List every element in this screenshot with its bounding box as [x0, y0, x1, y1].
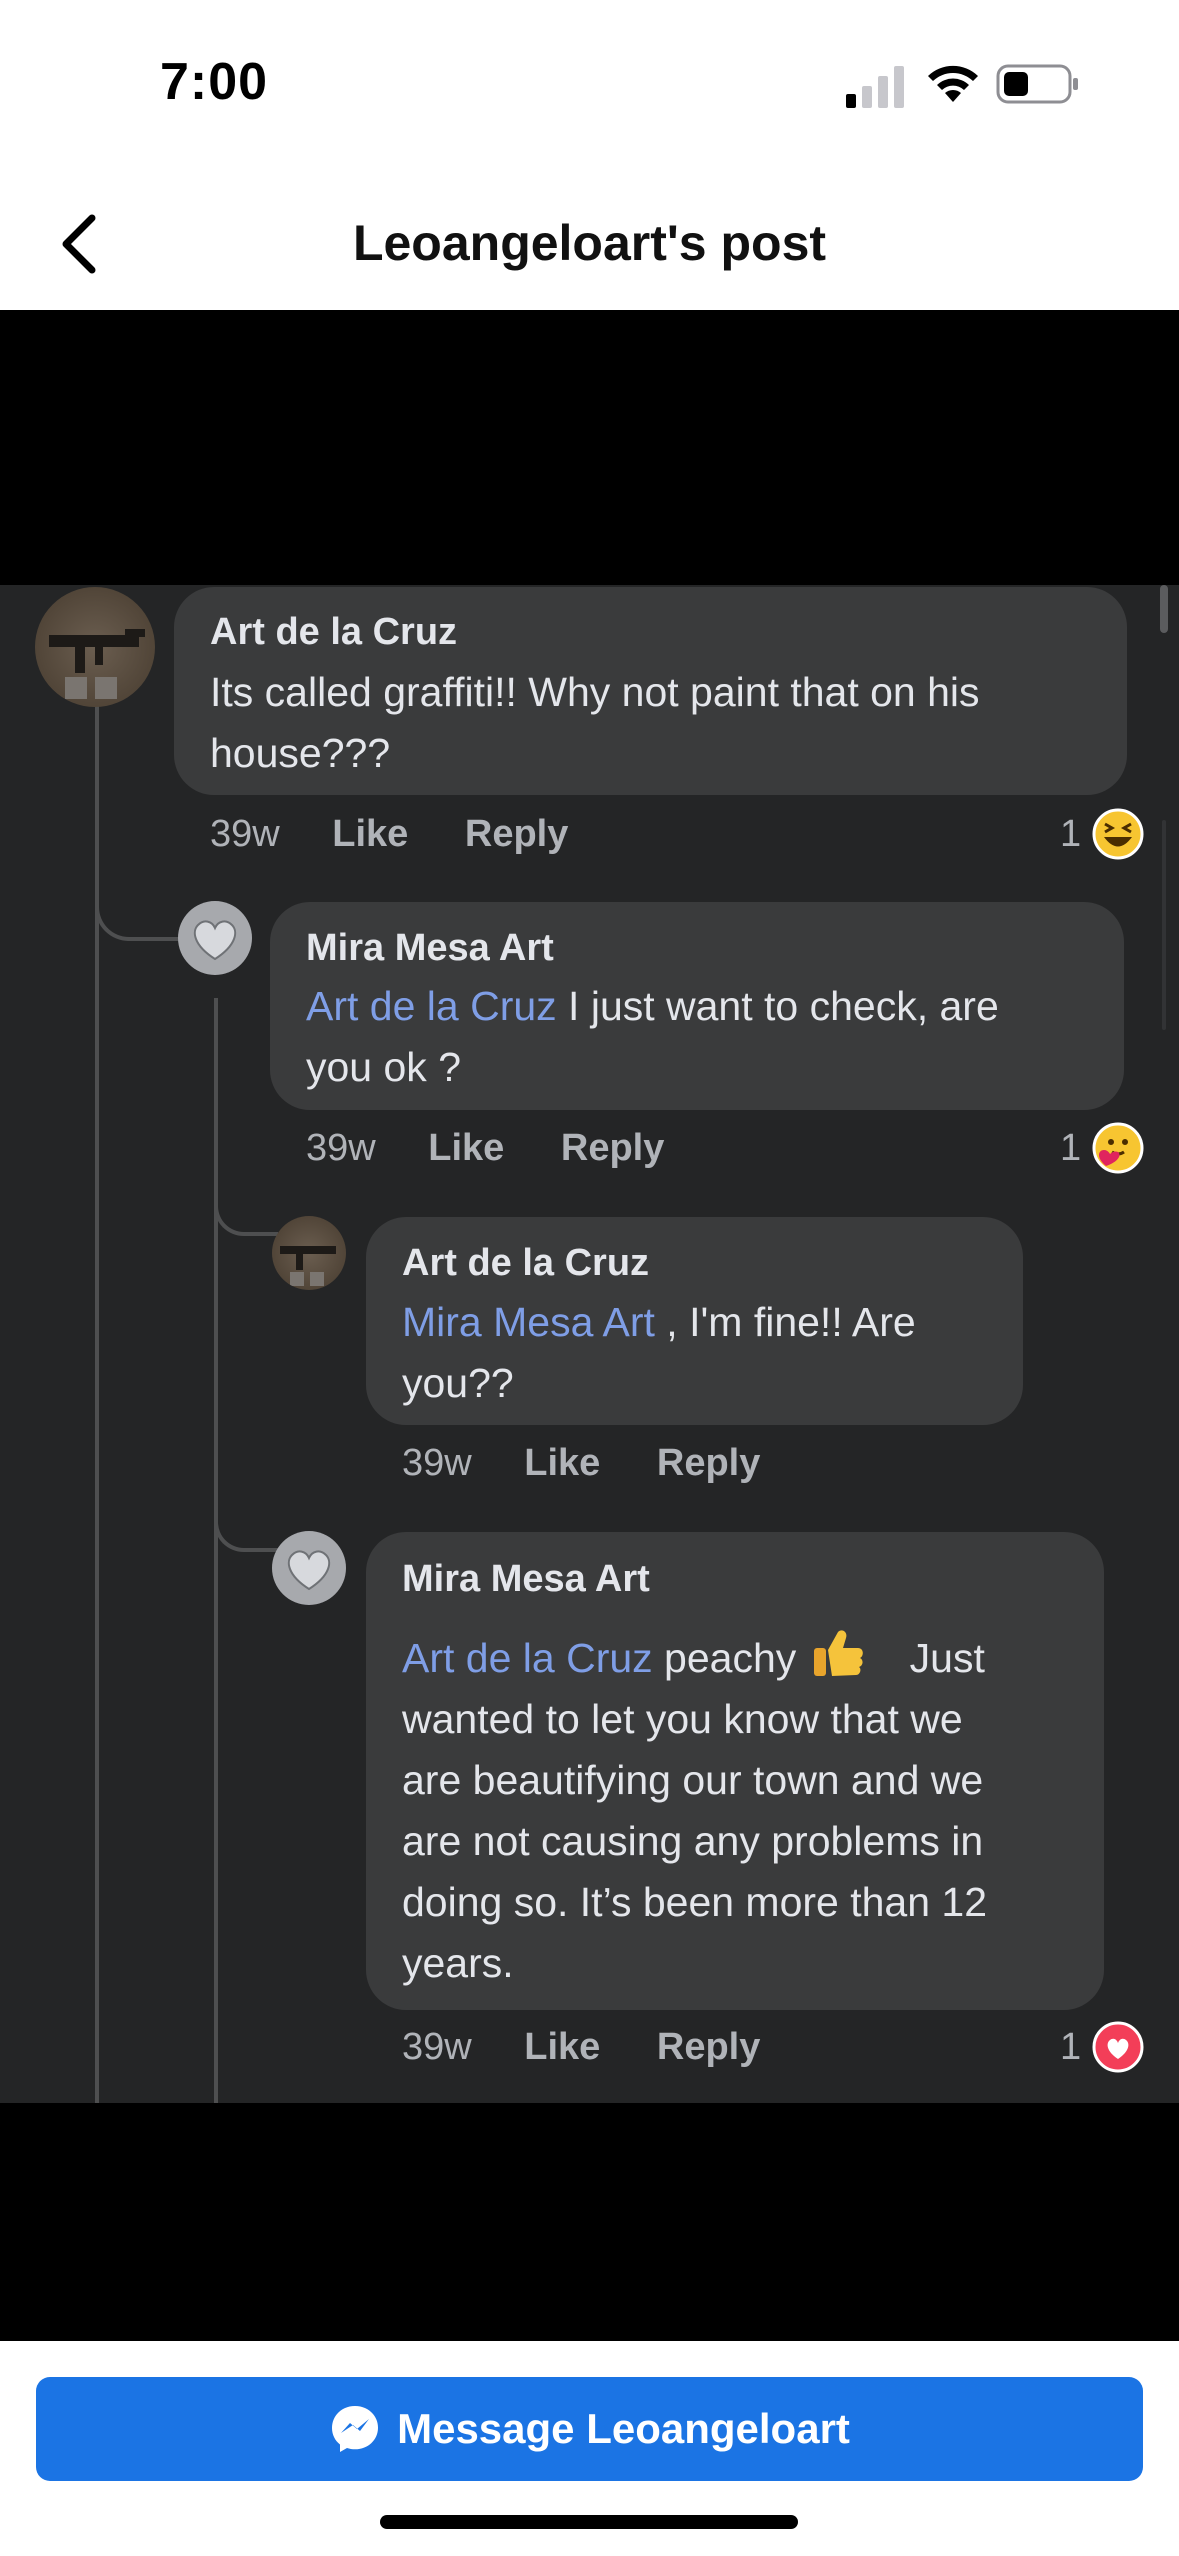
comment-text-line: you ok ? [306, 1044, 461, 1090]
comment-text-fragment: I just want to check, are [556, 983, 999, 1029]
post-image-top-margin [0, 310, 1179, 585]
comment-text: Art de la Cruz peachy Just wanted to let… [402, 1626, 1092, 1994]
wifi-icon [928, 65, 978, 102]
message-button-label: Message Leoangeloart [397, 2405, 850, 2452]
comment-text-fragment: peachy [652, 1635, 808, 1681]
comment-text-fragment: , I'm fine!! Are [654, 1299, 916, 1345]
mention-link[interactable]: Mira Mesa Art [402, 1299, 655, 1345]
comment-author[interactable]: Art de la Cruz [402, 1242, 649, 1285]
reply-button[interactable]: Reply [657, 2026, 760, 2068]
like-button[interactable]: Like [524, 2026, 600, 2068]
comment-actions: 39w Like Reply [306, 1127, 664, 1170]
like-button[interactable]: Like [332, 813, 408, 855]
avatar[interactable] [272, 1216, 346, 1290]
message-button[interactable]: Message Leoangeloart [36, 2377, 1143, 2481]
comment-actions: 39w Like Reply [402, 1442, 760, 1485]
scrollbar-thumb [1160, 585, 1168, 633]
comment-author[interactable]: Mira Mesa Art [402, 1558, 650, 1601]
comment-text-line: years. [402, 1940, 514, 1986]
laughing-emoji-icon[interactable] [1092, 808, 1144, 860]
comment-time: 39w [402, 1442, 472, 1484]
avatar[interactable] [35, 587, 155, 707]
battery-icon [996, 64, 1078, 104]
comment-text: Art de la Cruz I just want to check, are… [306, 976, 1106, 1098]
reply-button[interactable]: Reply [465, 813, 568, 855]
like-button[interactable]: Like [428, 1127, 504, 1169]
thread-line [214, 998, 218, 2103]
reaction-count: 1 [1060, 2026, 1082, 2068]
mention-link[interactable]: Art de la Cruz [402, 1635, 653, 1681]
comment-text-line: Mira Mesa Art , I'm fine!! Are [402, 1292, 1022, 1353]
comment-time: 39w [306, 1127, 376, 1169]
rifle-icon [280, 1246, 336, 1286]
heart-logo-icon [193, 920, 237, 961]
comment-text-line: house??? [210, 730, 391, 776]
status-time: 7:00 [160, 53, 269, 111]
messenger-icon [332, 2406, 379, 2452]
comment-text-line: wanted to let you know that we [402, 1696, 963, 1742]
avatar[interactable] [272, 1531, 346, 1605]
comment-actions: 39w Like Reply [402, 2026, 760, 2069]
care-emoji-icon[interactable] [1092, 1122, 1144, 1174]
comment-author[interactable]: Mira Mesa Art [306, 927, 554, 970]
love-emoji-icon[interactable] [1092, 2021, 1144, 2073]
cellular-signal-icon [846, 66, 904, 108]
thread-curve [95, 895, 179, 941]
comment-author[interactable]: Art de la Cruz [210, 611, 457, 654]
home-indicator[interactable] [380, 2515, 798, 2529]
comment-text-line: Art de la Cruz peachy Just [402, 1626, 1092, 1689]
post-image-bottom-margin [0, 2103, 1179, 2341]
heart-logo-icon [287, 1550, 331, 1591]
scrollbar-track [1162, 820, 1166, 1030]
reaction-count: 1 [1060, 813, 1082, 855]
like-button[interactable]: Like [524, 1442, 600, 1484]
comment-text-line: are not causing any problems in [402, 1818, 984, 1864]
reply-button[interactable]: Reply [657, 1442, 760, 1484]
avatar[interactable] [178, 901, 252, 975]
comment-text-fragment: Just [909, 1635, 985, 1681]
comment-time: 39w [402, 2026, 472, 2068]
comment-text-line: are beautifying our town and we [402, 1757, 984, 1803]
rifle-icon [49, 629, 145, 699]
comment-text: Its called graffiti!! Why not paint that… [210, 662, 1110, 784]
thumbs-up-emoji-icon [813, 1630, 863, 1676]
comment-text-line: Its called graffiti!! Why not paint that… [210, 669, 980, 715]
comment-actions: 39w Like Reply [210, 813, 568, 856]
comment-text: Mira Mesa Art , I'm fine!! Are you?? [402, 1292, 1022, 1414]
reaction-count: 1 [1060, 1127, 1082, 1169]
page-title: Leoangeloart's post [352, 215, 827, 271]
comment-time: 39w [210, 813, 280, 855]
comment-text-line: Art de la Cruz I just want to check, are [306, 976, 1106, 1037]
reply-button[interactable]: Reply [561, 1127, 664, 1169]
mention-link[interactable]: Art de la Cruz [306, 983, 557, 1029]
comment-text-line: doing so. It’s been more than 12 [402, 1879, 988, 1925]
comment-text-line: you?? [402, 1360, 514, 1406]
